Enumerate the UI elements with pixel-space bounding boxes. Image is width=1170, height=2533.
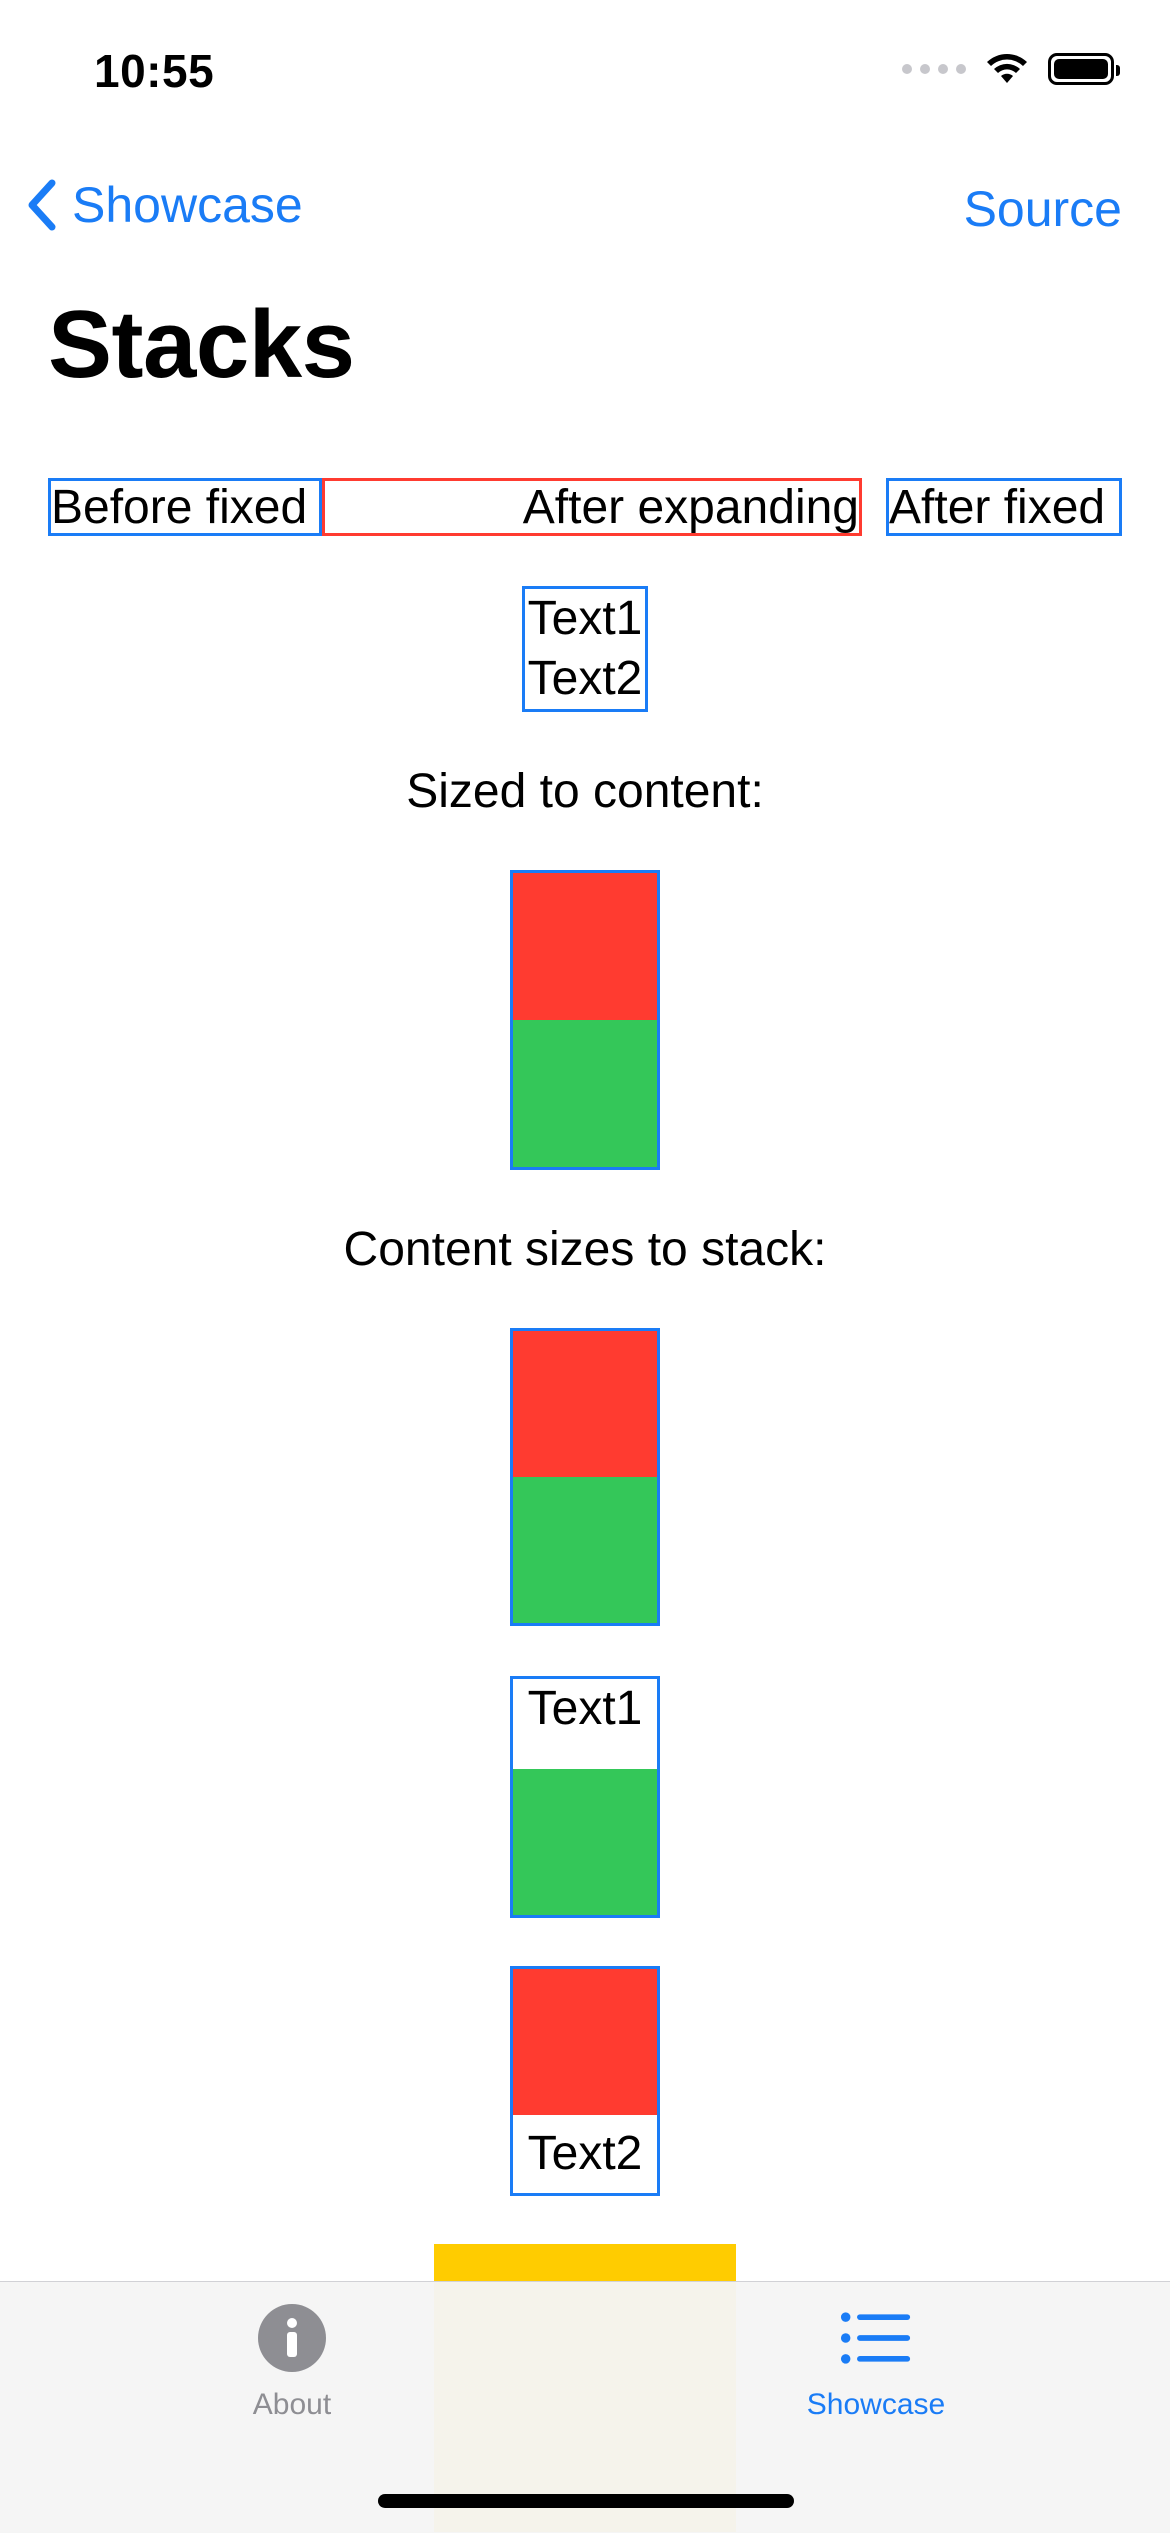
list-icon xyxy=(840,2312,911,2364)
green-block xyxy=(513,1477,657,1623)
info-circle-icon xyxy=(258,2304,326,2372)
tab-showcase[interactable]: Showcase xyxy=(726,2302,1026,2422)
after-fixed-text: After fixed xyxy=(889,481,1106,534)
after-fixed-box: After fixed xyxy=(886,478,1122,536)
content-sizes-to-stack-label: Content sizes to stack: xyxy=(343,1223,827,1276)
green-block xyxy=(513,1020,657,1167)
red-block xyxy=(513,1331,657,1477)
sized-to-content-stack xyxy=(510,870,660,1170)
cellular-signal-icon xyxy=(902,64,966,74)
red-text-stack: Text2 xyxy=(510,1966,660,2196)
before-fixed-text: Before fixed xyxy=(51,481,308,534)
green-block xyxy=(513,1769,657,1915)
source-button[interactable]: Source xyxy=(964,180,1122,238)
content-sizes-stack xyxy=(510,1328,660,1626)
tab-showcase-label: Showcase xyxy=(806,2388,946,2421)
stack-text2: Text2 xyxy=(527,2127,643,2180)
text-vstack: Text1 Text2 xyxy=(522,586,648,712)
before-fixed-box: Before fixed xyxy=(48,478,322,536)
after-expanding-box: After expanding xyxy=(322,478,862,536)
chevron-left-icon xyxy=(28,179,56,231)
back-button-label: Showcase xyxy=(72,177,303,233)
vstack-text2: Text2 xyxy=(527,652,643,705)
status-icons xyxy=(902,52,1120,86)
page-title: Stacks xyxy=(48,291,355,398)
wifi-icon xyxy=(987,54,1027,83)
red-block xyxy=(513,1969,657,2115)
battery-icon xyxy=(1048,53,1120,85)
back-button[interactable]: Showcase xyxy=(24,176,303,234)
sized-to-content-label: Sized to content: xyxy=(406,765,764,818)
status-time: 10:55 xyxy=(94,45,215,97)
home-indicator xyxy=(378,2494,794,2508)
text-green-stack: Text1 xyxy=(510,1676,660,1918)
after-expanding-text: After expanding xyxy=(522,481,859,534)
tab-about[interactable]: About xyxy=(142,2302,442,2422)
red-block xyxy=(513,873,657,1020)
tab-about-label: About xyxy=(252,2388,332,2421)
vstack-text1: Text1 xyxy=(527,592,643,645)
stack-text1: Text1 xyxy=(527,1682,643,1735)
